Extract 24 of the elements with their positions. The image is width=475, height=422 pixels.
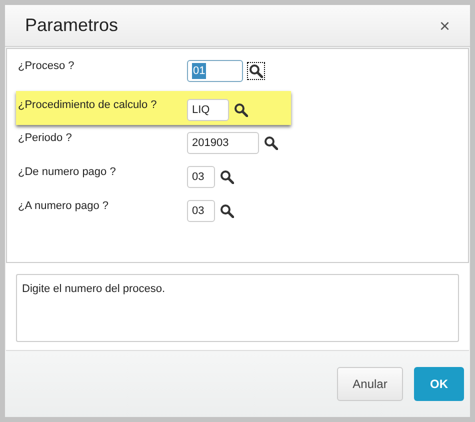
- parameter-label: ¿Proceso ?: [17, 59, 76, 74]
- value-field[interactable]: LIQ: [187, 99, 229, 121]
- value-field[interactable]: 01: [187, 60, 243, 82]
- search-icon: [264, 136, 278, 150]
- search-icon: [234, 103, 248, 117]
- value-field[interactable]: 03: [187, 166, 215, 188]
- dialog-title: Parametros: [25, 14, 118, 37]
- help-text: Digite el numero del proceso.: [16, 274, 459, 342]
- lookup-button[interactable]: [219, 169, 235, 185]
- parameter-label: ¿Procedimiento de calculo ?: [17, 98, 158, 113]
- search-icon: [220, 170, 234, 184]
- search-icon: [220, 204, 234, 218]
- value-field[interactable]: 03: [187, 200, 215, 222]
- parameter-label: ¿A numero pago ?: [17, 199, 110, 214]
- search-icon: [249, 64, 263, 78]
- value-field[interactable]: 201903: [187, 132, 259, 154]
- lookup-button[interactable]: [263, 135, 279, 151]
- lookup-button[interactable]: [233, 102, 249, 118]
- parameter-label: ¿De numero pago ?: [17, 165, 117, 180]
- lookup-button[interactable]: [247, 62, 265, 80]
- lookup-button[interactable]: [219, 203, 235, 219]
- cancel-button[interactable]: Anular: [337, 367, 403, 401]
- close-button[interactable]: ×: [439, 16, 450, 34]
- parameter-label: ¿Periodo ?: [17, 131, 73, 146]
